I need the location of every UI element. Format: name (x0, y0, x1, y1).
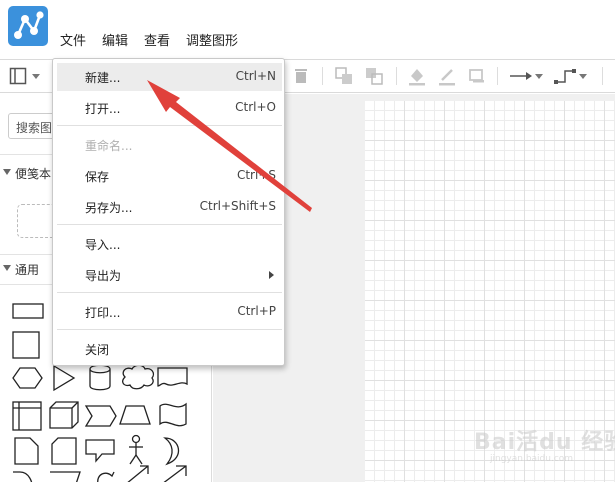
menu-item-label: 保存 (85, 170, 110, 184)
document-shape[interactable] (157, 367, 188, 387)
menu-item-shortcut: Ctrl+N (235, 69, 276, 83)
file-dropdown-menu: 新建... Ctrl+N 打开... Ctrl+O 重命名... 保存 Ctrl… (52, 58, 285, 366)
menu-separator (57, 329, 282, 330)
menu-item-label: 关闭 (85, 343, 110, 357)
waypoints-icon[interactable] (553, 66, 589, 86)
menu-item-label: 导入... (85, 238, 121, 252)
menu-file[interactable]: 文件 (52, 30, 94, 54)
toolbar-separator (396, 67, 397, 85)
arrow-shape[interactable] (162, 465, 187, 482)
actor-shape[interactable] (131, 434, 141, 444)
delay-shape[interactable] (13, 471, 33, 482)
menu-item-save[interactable]: 保存 Ctrl+S (57, 162, 282, 190)
menu-item-import[interactable]: 导入... (57, 230, 282, 258)
to-back-icon[interactable] (364, 66, 384, 86)
card-shape[interactable] (51, 437, 77, 465)
tape-shape[interactable] (159, 402, 187, 427)
menu-item-label: 打印... (85, 306, 121, 320)
menu-item-open[interactable]: 打开... Ctrl+O (57, 94, 282, 122)
step-shape[interactable] (84, 405, 117, 427)
shadow-icon[interactable] (467, 66, 487, 86)
submenu-arrow-icon (269, 271, 274, 279)
double-arrow-shape[interactable] (126, 465, 149, 482)
toolbar-separator (497, 67, 498, 85)
app-header: 文件 编辑 查看 调整图形 (0, 0, 615, 60)
cloud-shape[interactable] (122, 364, 155, 390)
line-color-icon[interactable] (437, 66, 457, 86)
fill-color-icon[interactable] (407, 66, 427, 86)
square-shape[interactable] (12, 331, 40, 359)
trapezoid-shape[interactable] (119, 405, 151, 425)
menu-item-new[interactable]: 新建... Ctrl+N (57, 63, 282, 91)
callout-shape[interactable] (85, 439, 115, 463)
menu-item-shortcut: Ctrl+Shift+S (199, 199, 276, 213)
delete-icon[interactable] (292, 66, 310, 86)
or-shape[interactable] (163, 437, 180, 466)
watermark-url: jingyan.baidu.com (490, 454, 574, 464)
menu-arrange[interactable]: 调整图形 (178, 30, 246, 54)
triangle-shape[interactable] (53, 364, 76, 392)
menu-item-print[interactable]: 打印... Ctrl+P (57, 298, 282, 326)
menu-separator (57, 224, 282, 225)
menu-item-label: 另存为... (85, 201, 133, 215)
drawio-app: 文件 编辑 查看 调整图形 搜索图 便笺本 通用 新建... Ctrl+N 打开… (0, 0, 615, 482)
menu-separator (57, 125, 282, 126)
menu-item-close[interactable]: 关闭 (57, 335, 282, 363)
toolbar-separator (322, 67, 323, 85)
menu-item-shortcut: Ctrl+O (235, 100, 276, 114)
curved-arrow-shape[interactable] (97, 471, 115, 482)
view-toggle-icon[interactable] (9, 66, 43, 86)
hexagon-shape[interactable] (12, 367, 43, 389)
collapse-arrow-icon (3, 265, 11, 271)
connection-icon[interactable] (507, 66, 545, 86)
menu-item-shortcut: Ctrl+P (237, 304, 276, 318)
app-logo-icon[interactable] (8, 6, 48, 46)
section-general-title: 通用 (15, 263, 40, 277)
collapse-arrow-icon (3, 169, 11, 175)
toolbar-separator (602, 67, 603, 85)
menu-item-save-as[interactable]: 另存为... Ctrl+Shift+S (57, 193, 282, 221)
watermark-brand: Bai活du 经验 (474, 430, 615, 455)
menu-item-label: 新建... (85, 71, 121, 85)
cylinder-shape[interactable] (89, 364, 111, 391)
menu-separator (57, 292, 282, 293)
container-shape[interactable] (12, 401, 42, 431)
note-shape[interactable] (14, 437, 39, 465)
rectangle-shape[interactable] (12, 303, 44, 319)
baidu-watermark: Bai活du 经验 jingyan.baidu.com (470, 420, 615, 475)
parallelogram-shape[interactable] (50, 471, 81, 482)
menu-item-rename: 重命名... (57, 131, 282, 159)
menubar: 文件 编辑 查看 调整图形 (52, 30, 246, 54)
menu-item-label: 导出为 (85, 269, 122, 283)
menu-item-label: 打开... (85, 102, 121, 116)
search-placeholder: 搜索图 (16, 121, 53, 135)
menu-view[interactable]: 查看 (136, 30, 178, 54)
section-scratchpad-title: 便笺本 (15, 167, 52, 181)
menu-edit[interactable]: 编辑 (94, 30, 136, 54)
menu-item-label: 重命名... (85, 139, 133, 153)
menu-item-shortcut: Ctrl+S (236, 168, 276, 182)
menu-item-export-as[interactable]: 导出为 (57, 261, 282, 289)
to-front-icon[interactable] (334, 66, 354, 86)
